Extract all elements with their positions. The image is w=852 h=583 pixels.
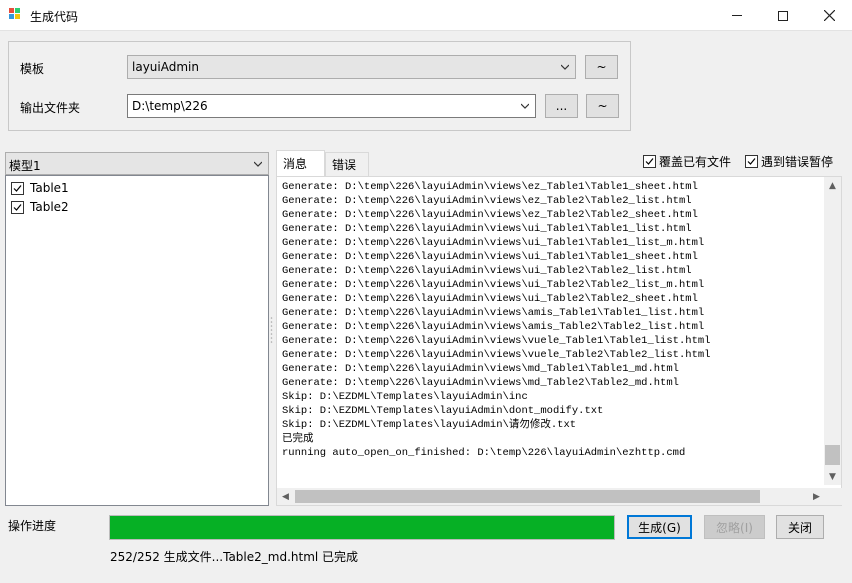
output-folder-label: 输出文件夹	[20, 101, 81, 115]
progress-bar	[109, 515, 615, 540]
vertical-scroll-thumb[interactable]	[825, 445, 840, 465]
table-list: Table1 Table2	[5, 175, 269, 506]
scroll-right-icon[interactable]: ▶	[808, 488, 825, 505]
close-button[interactable]: 关闭	[776, 515, 824, 539]
chevron-down-icon	[521, 103, 529, 109]
grip-dots-icon	[270, 317, 273, 343]
horizontal-scroll-thumb[interactable]	[295, 490, 760, 503]
generate-button[interactable]: 生成(G)	[627, 515, 692, 539]
model-select-value: 模型1	[9, 159, 41, 173]
message-line: Generate: D:\temp\226\layuiAdmin\views\m…	[282, 377, 679, 389]
maximize-icon	[778, 10, 788, 21]
message-line: Generate: D:\temp\226\layuiAdmin\views\v…	[282, 335, 711, 347]
checkbox-checked-icon[interactable]	[11, 181, 24, 195]
message-log[interactable]: Generate: D:\temp\226\layuiAdmin\views\e…	[276, 176, 842, 506]
vertical-scrollbar[interactable]: ▲ ▼	[824, 177, 841, 485]
message-line: Generate: D:\temp\226\layuiAdmin\views\e…	[282, 195, 692, 207]
message-lines: Generate: D:\temp\226\layuiAdmin\views\e…	[282, 180, 710, 460]
tab-errors[interactable]: 错误	[325, 152, 369, 176]
output-folder-value: D:\temp\226	[132, 99, 208, 113]
tab-messages[interactable]: 消息	[276, 150, 325, 176]
model-select[interactable]: 模型1	[5, 152, 269, 175]
horizontal-scrollbar[interactable]: ◀ ▶	[277, 488, 842, 505]
close-icon	[823, 10, 835, 21]
ignore-button[interactable]: 忽略(I)	[704, 515, 765, 539]
message-line: Generate: D:\temp\226\layuiAdmin\views\v…	[282, 349, 711, 361]
message-line: Generate: D:\temp\226\layuiAdmin\views\u…	[282, 279, 705, 291]
splitter-grip[interactable]	[270, 315, 273, 345]
scroll-down-icon[interactable]: ▼	[824, 468, 841, 485]
message-line: Generate: D:\temp\226\layuiAdmin\views\u…	[282, 265, 692, 277]
message-line: running auto_open_on_finished: D:\temp\2…	[282, 447, 686, 459]
output-folder-input[interactable]: D:\temp\226	[127, 94, 536, 118]
tab-label: 消息	[283, 157, 308, 171]
table-item-table2[interactable]: Table2	[11, 199, 69, 215]
title-bar: 生成代码	[0, 0, 852, 31]
close-window-button[interactable]	[806, 0, 852, 31]
message-line: Generate: D:\temp\226\layuiAdmin\views\e…	[282, 181, 698, 193]
message-line: Generate: D:\temp\226\layuiAdmin\views\u…	[282, 251, 698, 263]
browse-folder-button[interactable]: ...	[545, 94, 578, 118]
template-label: 模板	[20, 62, 45, 76]
table-item-label: Table1	[30, 181, 69, 195]
tab-label: 错误	[332, 158, 357, 172]
chevron-down-icon	[561, 64, 569, 70]
output-options-button[interactable]: ~	[586, 94, 619, 118]
window-title: 生成代码	[30, 10, 79, 24]
message-line: Generate: D:\temp\226\layuiAdmin\views\e…	[282, 209, 698, 221]
message-line: Generate: D:\temp\226\layuiAdmin\views\a…	[282, 307, 705, 319]
scroll-up-icon[interactable]: ▲	[824, 177, 841, 194]
message-line: Generate: D:\temp\226\layuiAdmin\views\u…	[282, 237, 705, 249]
pause-on-error-option[interactable]: 遇到错误暂停	[745, 153, 833, 170]
template-options-button[interactable]: ~	[585, 55, 618, 79]
progress-status: 252/252 生成文件...Table2_md.html 已完成	[110, 550, 359, 564]
progress-fill	[110, 516, 614, 539]
overwrite-option[interactable]: 覆盖已有文件	[643, 153, 731, 170]
message-line: Generate: D:\temp\226\layuiAdmin\views\m…	[282, 363, 679, 375]
message-line: Generate: D:\temp\226\layuiAdmin\views\a…	[282, 321, 705, 333]
maximize-button[interactable]	[760, 0, 806, 31]
message-line: 已完成	[282, 433, 314, 445]
chevron-down-icon	[254, 161, 262, 167]
message-line: Generate: D:\temp\226\layuiAdmin\views\u…	[282, 293, 698, 305]
scroll-left-icon[interactable]: ◀	[277, 488, 294, 505]
table-item-table1[interactable]: Table1	[11, 180, 69, 196]
message-line: Generate: D:\temp\226\layuiAdmin\views\u…	[282, 223, 692, 235]
message-line: Skip: D:\EZDML\Templates\layuiAdmin\请勿修改…	[282, 419, 577, 431]
checkbox-checked-icon[interactable]	[643, 155, 656, 168]
minimize-icon	[732, 15, 742, 16]
checkbox-checked-icon[interactable]	[11, 200, 24, 214]
app-blocks-icon	[9, 8, 23, 22]
progress-label: 操作进度	[8, 519, 57, 533]
template-select[interactable]: layuiAdmin	[127, 55, 576, 79]
pause-on-error-label: 遇到错误暂停	[761, 155, 834, 169]
template-value: layuiAdmin	[132, 60, 199, 74]
table-item-label: Table2	[30, 200, 69, 214]
minimize-button[interactable]	[714, 0, 760, 31]
checkbox-checked-icon[interactable]	[745, 155, 758, 168]
message-line: Skip: D:\EZDML\Templates\layuiAdmin\dont…	[282, 405, 604, 417]
overwrite-label: 覆盖已有文件	[659, 155, 732, 169]
message-line: Skip: D:\EZDML\Templates\layuiAdmin\inc	[282, 391, 528, 403]
